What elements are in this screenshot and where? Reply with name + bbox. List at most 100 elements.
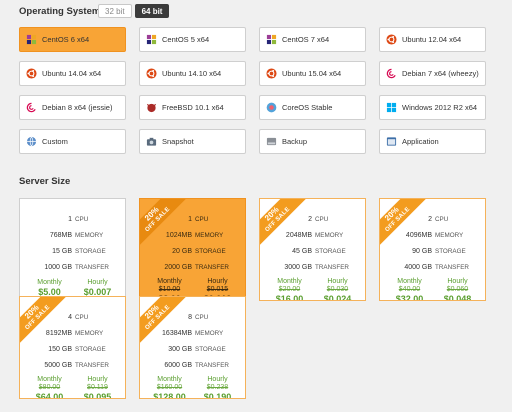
windows-icon bbox=[386, 102, 397, 113]
os-option-custom[interactable]: Custom bbox=[19, 129, 126, 154]
price-hourly: Hourly $0.060 $0.048 bbox=[440, 278, 476, 300]
spec-storage-unit: STORAGE bbox=[435, 248, 466, 255]
price-monthly-label: Monthly bbox=[397, 278, 422, 285]
os-option-ubuntu-15-04-x64[interactable]: Ubuntu 15.04 x64 bbox=[259, 61, 366, 86]
os-option-label: Application bbox=[402, 137, 439, 146]
os-option-debian-8-x64-jessie[interactable]: Debian 8 x64 (jessie) bbox=[19, 95, 126, 120]
server-size-card[interactable]: 1 CPU 768MB MEMORY 15 GB STORAGE 1000 GB TRANSF… bbox=[19, 198, 126, 301]
spec-transfer-unit: TRANSFER bbox=[195, 264, 229, 271]
os-option-label: Debian 8 x64 (jessie) bbox=[42, 103, 113, 112]
spec-transfer-value: 2000 GB bbox=[164, 264, 192, 271]
spec-storage: 90 GB STORAGE bbox=[380, 248, 485, 255]
spec-memory-unit: MEMORY bbox=[315, 232, 344, 239]
bit-64-button[interactable]: 64 bit bbox=[134, 4, 170, 18]
os-option-label: Ubuntu 15.04 x64 bbox=[282, 69, 342, 78]
price-hourly-original: $0.119 bbox=[87, 384, 108, 391]
spec-storage-value: 15 GB bbox=[52, 248, 72, 255]
server-size-card[interactable]: 4 CPU 8192MB MEMORY 150 GB STORAGE 5000 GB TRAN… bbox=[19, 296, 126, 399]
centos-icon bbox=[266, 34, 277, 45]
spec-transfer: 2000 GB TRANSFER bbox=[140, 264, 245, 271]
os-option-centos-7-x64[interactable]: CentOS 7 x64 bbox=[259, 27, 366, 52]
spec-storage-unit: STORAGE bbox=[75, 346, 106, 353]
os-option-snapshot[interactable]: Snapshot bbox=[139, 129, 246, 154]
spec-memory-unit: MEMORY bbox=[195, 330, 224, 337]
application-icon bbox=[386, 136, 397, 147]
spec-storage: 45 GB STORAGE bbox=[260, 248, 365, 255]
server-size-heading: Server Size bbox=[19, 176, 71, 187]
spec-transfer-unit: TRANSFER bbox=[315, 264, 349, 271]
sale-ribbon: 20% OFF SALE bbox=[260, 199, 308, 250]
price-monthly-label: Monthly bbox=[37, 279, 62, 286]
spec-cpu-unit: CPU bbox=[75, 216, 89, 223]
spec-cpu-unit: CPU bbox=[195, 314, 209, 321]
spec-transfer-unit: TRANSFER bbox=[195, 362, 229, 369]
os-option-coreos-stable[interactable]: CoreOS Stable bbox=[259, 95, 366, 120]
price-hourly: Hourly $0.238 $0.190 bbox=[200, 376, 236, 399]
os-grid: CentOS 6 x64 CentOS 5 x64 CentOS 7 x64 Ubun… bbox=[19, 27, 492, 154]
os-option-backup[interactable]: Backup bbox=[259, 129, 366, 154]
price-monthly: Monthly $20.00 $16.00 bbox=[272, 278, 308, 300]
price-monthly-original: $20.00 bbox=[278, 286, 301, 293]
globe-icon bbox=[26, 136, 37, 147]
os-option-label: CentOS 6 x64 bbox=[42, 35, 90, 44]
spec-storage-unit: STORAGE bbox=[75, 248, 106, 255]
server-size-card[interactable]: 2 CPU 4096MB MEMORY 90 GB STORAGE 4000 GB TRANS… bbox=[379, 198, 486, 301]
price-hourly-label: Hourly bbox=[207, 376, 228, 383]
os-option-freebsd-10-1-x64[interactable]: FreeBSD 10.1 x64 bbox=[139, 95, 246, 120]
sale-ribbon: 20% OFF SALE bbox=[140, 199, 188, 250]
spec-cpu-unit: CPU bbox=[195, 216, 209, 223]
price-hourly-value: $0.190 bbox=[203, 392, 232, 399]
sale-ribbon: 20% OFF SALE bbox=[380, 199, 428, 250]
os-option-label: Snapshot bbox=[162, 137, 194, 146]
price-hourly-original: $0.015 bbox=[206, 286, 229, 293]
spec-transfer-value: 6000 GB bbox=[164, 362, 192, 369]
debian-icon bbox=[386, 68, 397, 79]
spec-transfer: 1000 GB TRANSFER bbox=[20, 264, 125, 271]
os-option-label: Custom bbox=[42, 137, 68, 146]
spec-storage-unit: STORAGE bbox=[195, 346, 226, 353]
spec-memory: 1024MB MEMORY bbox=[140, 232, 245, 239]
os-option-ubuntu-14-10-x64[interactable]: Ubuntu 14.10 x64 bbox=[139, 61, 246, 86]
os-option-application[interactable]: Application bbox=[379, 129, 486, 154]
spec-memory-unit: MEMORY bbox=[435, 232, 464, 239]
spec-storage: 300 GB STORAGE bbox=[140, 346, 245, 353]
price-hourly-label: Hourly bbox=[327, 278, 348, 285]
price-hourly-label: Hourly bbox=[87, 376, 108, 383]
os-option-ubuntu-14-04-x64[interactable]: Ubuntu 14.04 x64 bbox=[19, 61, 126, 86]
sale-ribbon: 20% OFF SALE bbox=[20, 297, 68, 348]
server-size-card[interactable]: 1 CPU 1024MB MEMORY 20 GB STORAGE 2000 GB TRANS… bbox=[139, 198, 246, 301]
spec-memory: 16384MB MEMORY bbox=[140, 330, 245, 337]
spec-storage-value: 150 GB bbox=[48, 346, 72, 353]
spec-memory: 768MB MEMORY bbox=[20, 232, 125, 239]
price-monthly-label: Monthly bbox=[277, 278, 302, 285]
os-option-label: Ubuntu 14.10 x64 bbox=[162, 69, 222, 78]
spec-transfer: 5000 GB TRANSFER bbox=[20, 362, 125, 369]
price-hourly-label: Hourly bbox=[447, 278, 468, 285]
price-monthly-original: $40.00 bbox=[398, 286, 421, 293]
server-size-card[interactable]: 8 CPU 16384MB MEMORY 300 GB STORAGE 6000 GB TRA… bbox=[139, 296, 246, 399]
spec-transfer-value: 4000 GB bbox=[404, 264, 432, 271]
bit-32-button[interactable]: 32 bit bbox=[98, 4, 132, 18]
price-monthly: Monthly $40.00 $32.00 bbox=[392, 278, 428, 300]
camera-icon bbox=[146, 136, 157, 147]
os-option-label: CentOS 7 x64 bbox=[282, 35, 330, 44]
price-row: Monthly $20.00 $16.00 Hourly $0.030 $0.024 bbox=[260, 278, 365, 300]
bit-toggle: 32 bit 64 bit bbox=[98, 4, 170, 18]
spec-transfer-value: 5000 GB bbox=[44, 362, 72, 369]
server-size-card[interactable]: 2 CPU 2048MB MEMORY 45 GB STORAGE 3000 GB TRANS… bbox=[259, 198, 366, 301]
os-option-windows-2012-r2-x64[interactable]: Windows 2012 R2 x64 bbox=[379, 95, 486, 120]
price-monthly-label: Monthly bbox=[37, 376, 62, 383]
os-option-centos-5-x64[interactable]: CentOS 5 x64 bbox=[139, 27, 246, 52]
os-option-ubuntu-12-04-x64[interactable]: Ubuntu 12.04 x64 bbox=[379, 27, 486, 52]
price-hourly-original: $0.238 bbox=[206, 384, 229, 391]
spec-memory-unit: MEMORY bbox=[195, 232, 224, 239]
spec-cpu: 1 CPU bbox=[20, 216, 125, 223]
spec-cpu-unit: CPU bbox=[315, 216, 329, 223]
spec-cpu-unit: CPU bbox=[435, 216, 449, 223]
spec-transfer: 3000 GB TRANSFER bbox=[260, 264, 365, 271]
os-option-debian-7-x64-wheezy[interactable]: Debian 7 x64 (wheezy) bbox=[379, 61, 486, 86]
spec-storage-unit: STORAGE bbox=[315, 248, 346, 255]
spec-transfer-unit: TRANSFER bbox=[435, 264, 469, 271]
os-option-centos-6-x64[interactable]: CentOS 6 x64 bbox=[19, 27, 126, 52]
price-monthly-value: $128.00 bbox=[153, 392, 186, 399]
